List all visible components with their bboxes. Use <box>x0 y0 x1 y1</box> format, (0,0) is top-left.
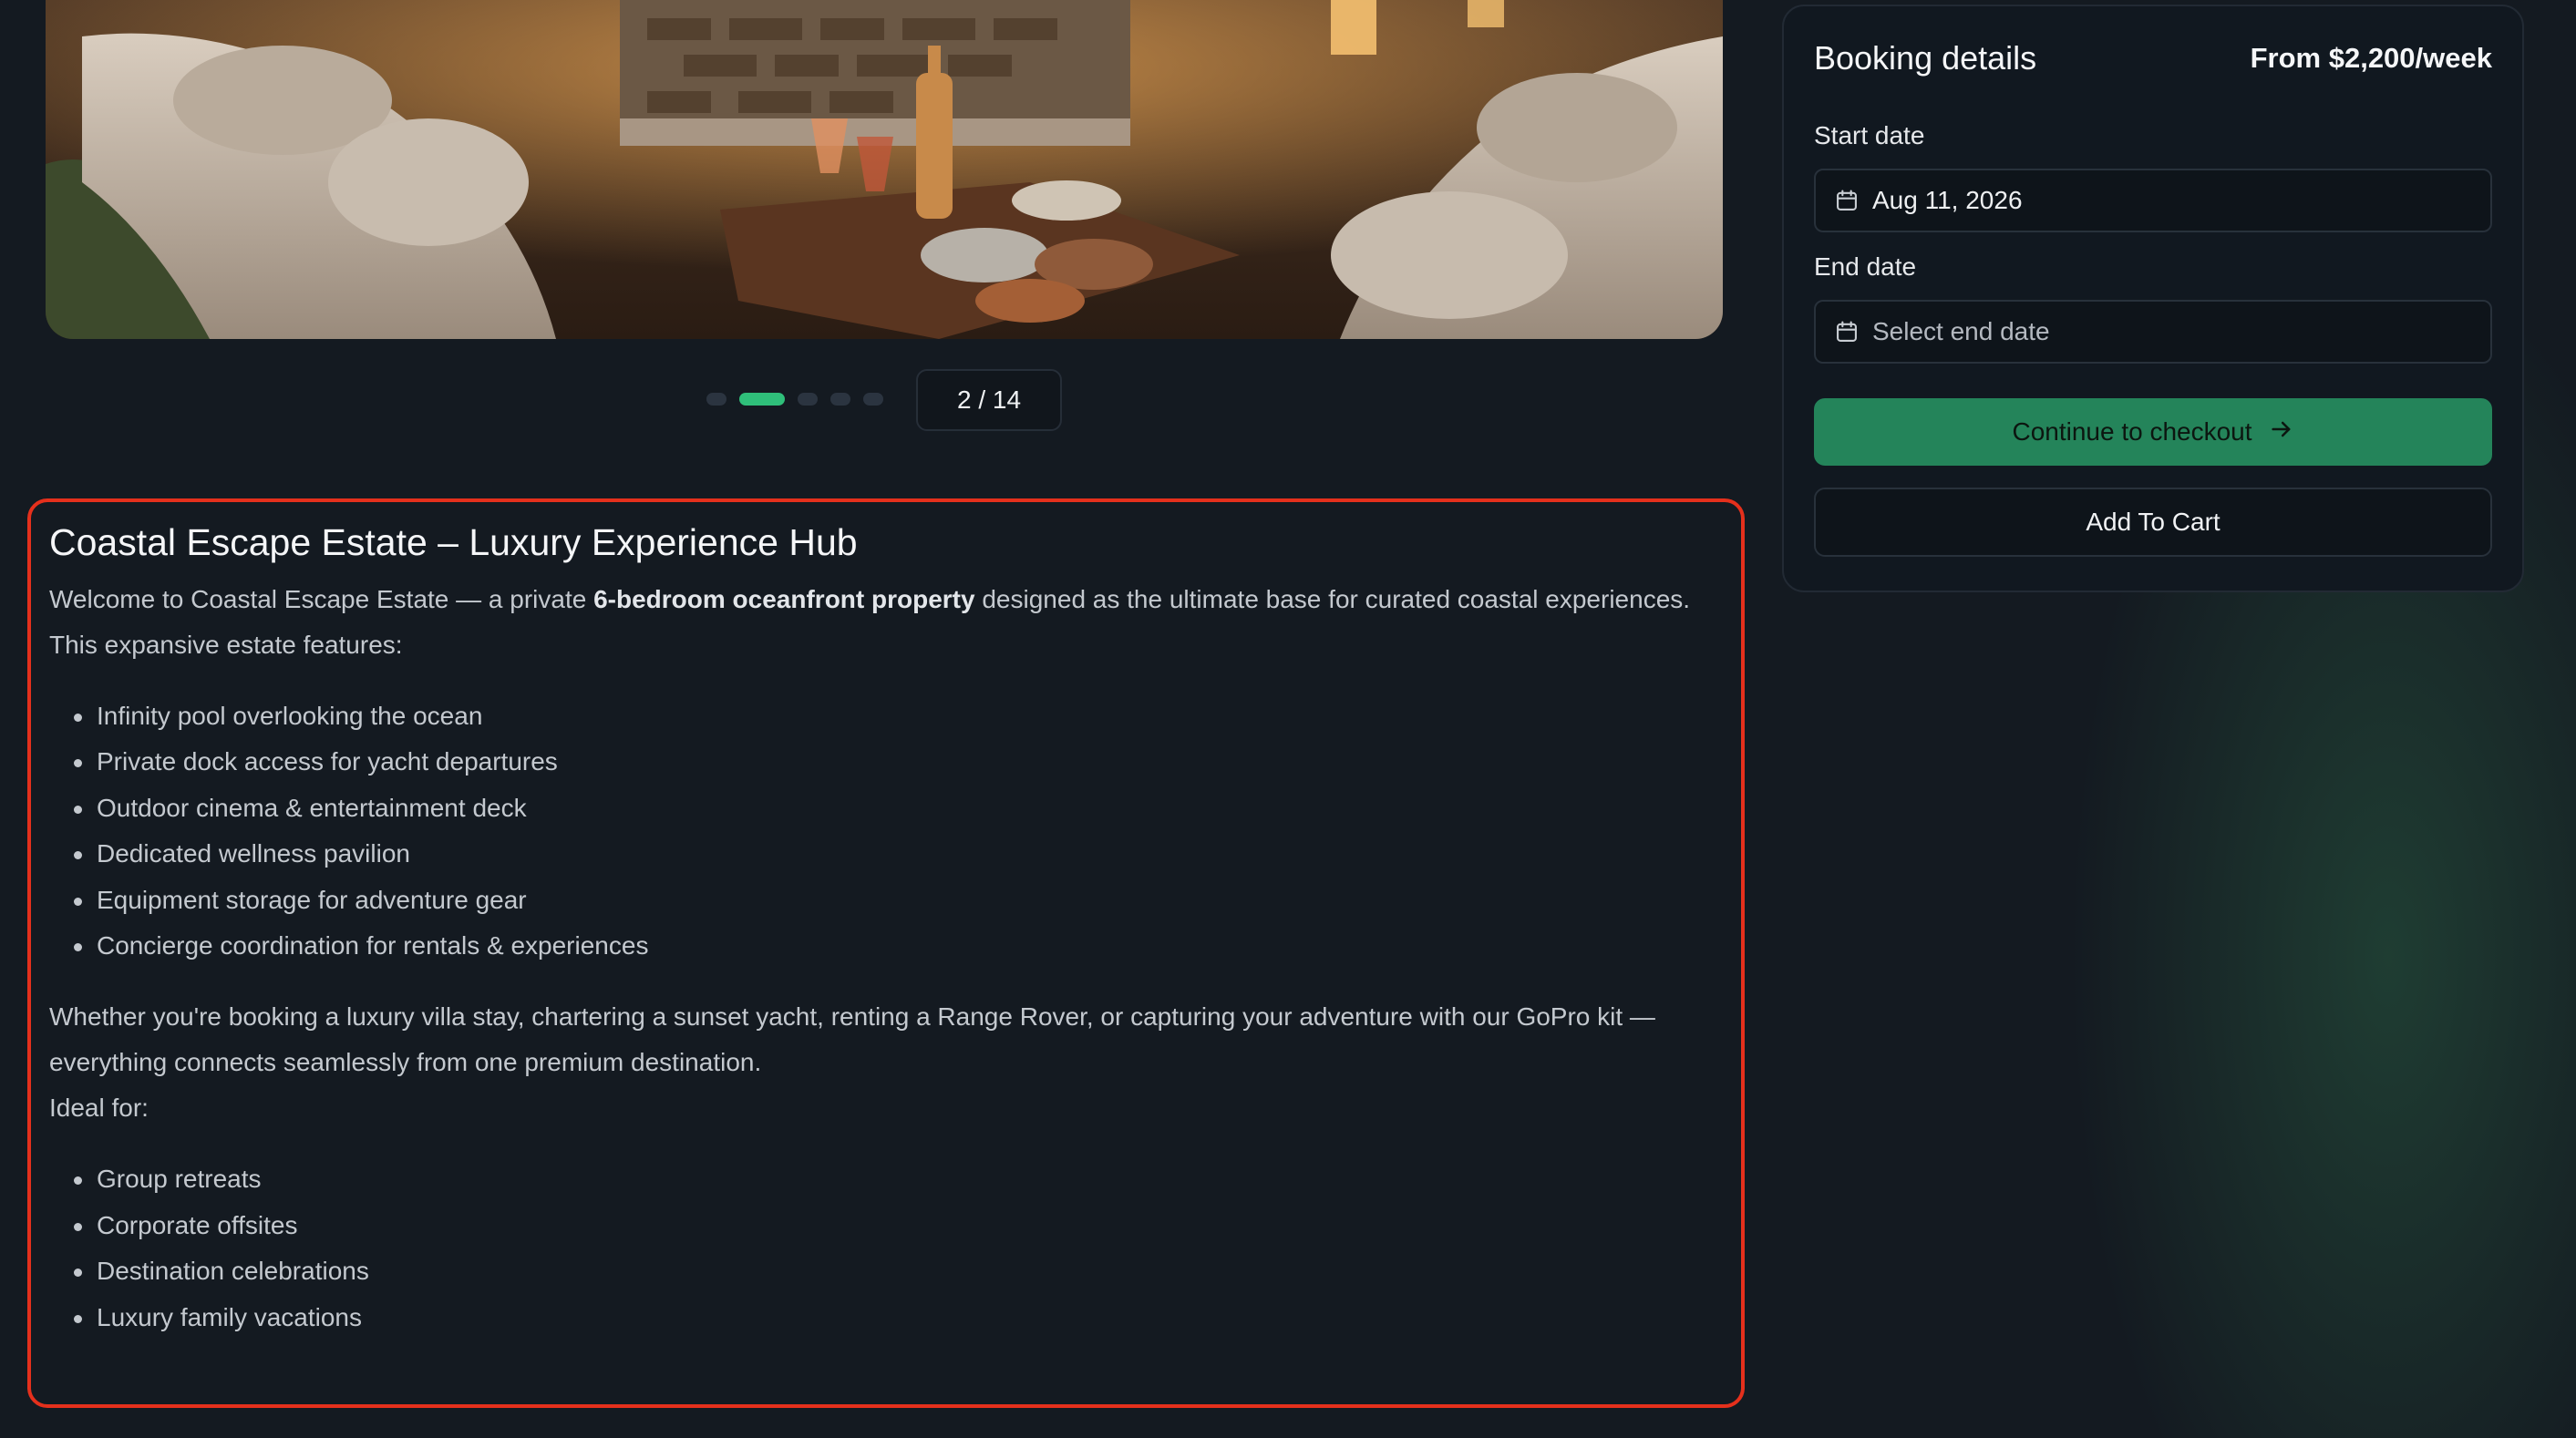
start-date-value: Aug 11, 2026 <box>1872 186 2023 214</box>
carousel-dot[interactable] <box>706 393 726 406</box>
calendar-icon <box>1834 319 1860 344</box>
features-lead: This expansive estate features: <box>49 631 403 659</box>
hero-photo-outdoor-lounge <box>46 0 1723 339</box>
intro-paragraph: Welcome to Coastal Escape Estate — a pri… <box>49 577 1723 622</box>
ideal-lead: Ideal for: <box>49 1094 149 1123</box>
list-item: Concierge coordination for rentals & exp… <box>74 923 1723 969</box>
end-date-label: End date <box>1814 252 1917 281</box>
list-item: Equipment storage for adventure gear <box>74 878 1723 923</box>
booking-header: Booking details From $2,200/week <box>1814 6 2492 107</box>
checkout-button-label: Continue to checkout <box>2012 417 2252 446</box>
list-item: Dedicated wellness pavilion <box>74 831 1723 877</box>
list-item: Destination celebrations <box>74 1248 1723 1294</box>
carousel-dot[interactable] <box>798 393 818 406</box>
image-counter: 2 / 14 <box>916 369 1062 431</box>
list-item: Luxury family vacations <box>74 1295 1723 1340</box>
carousel-dot-active[interactable] <box>739 393 785 406</box>
start-date-label: Start date <box>1814 121 1925 149</box>
list-item: Outdoor cinema & entertainment deck <box>74 786 1723 831</box>
booking-title: Booking details <box>1814 39 2037 77</box>
list-item: Infinity pool overlooking the ocean <box>74 693 1723 739</box>
property-description: Coastal Escape Estate – Luxury Experienc… <box>27 498 1745 1408</box>
add-to-cart-button[interactable]: Add To Cart <box>1814 488 2492 557</box>
intro-text: Welcome to Coastal Escape Estate — a pri… <box>49 585 594 613</box>
calendar-icon <box>1834 188 1860 213</box>
body-paragraph: Whether you're booking a luxury villa st… <box>49 1002 1655 1077</box>
end-date-placeholder: Select end date <box>1872 317 2050 345</box>
carousel-dot[interactable] <box>830 393 850 406</box>
carousel-dot[interactable] <box>863 393 883 406</box>
carousel-dots <box>706 390 883 408</box>
property-title: Coastal Escape Estate – Luxury Experienc… <box>49 521 858 563</box>
checkout-button[interactable]: Continue to checkout <box>1814 398 2492 466</box>
ideal-list: Group retreats Corporate offsites Destin… <box>49 1156 1723 1340</box>
list-item: Private dock access for yacht departures <box>74 739 1723 785</box>
features-list: Infinity pool overlooking the ocean Priv… <box>49 693 1723 969</box>
booking-panel: Booking details From $2,200/week Start d… <box>1782 5 2524 592</box>
arrow-right-icon <box>2269 416 2294 448</box>
hero-image[interactable] <box>46 0 1723 339</box>
booking-price: From $2,200/week <box>2250 42 2492 74</box>
intro-text-end: designed as the ultimate base for curate… <box>974 585 1691 613</box>
list-item: Group retreats <box>74 1156 1723 1202</box>
intro-highlight: 6-bedroom oceanfront property <box>593 585 975 613</box>
end-date-field[interactable]: Select end date <box>1814 300 2492 364</box>
start-date-field[interactable]: Aug 11, 2026 <box>1814 169 2492 232</box>
list-item: Corporate offsites <box>74 1203 1723 1248</box>
